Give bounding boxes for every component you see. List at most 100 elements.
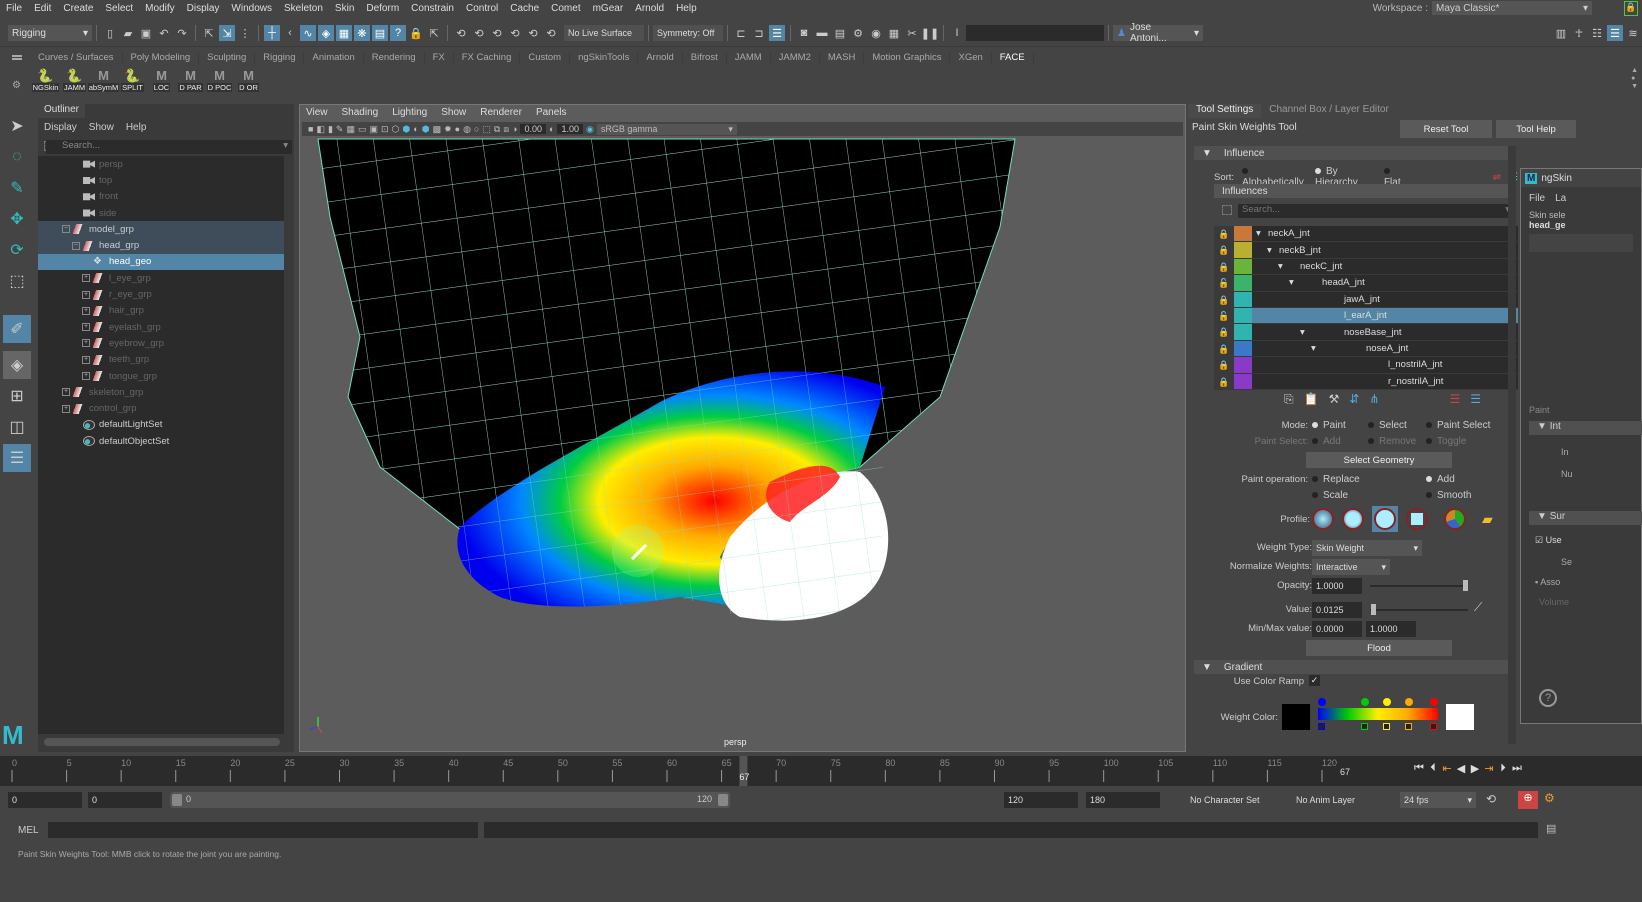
menu-control[interactable]: Control [460,3,504,14]
expand-toggle-icon[interactable]: + [82,355,90,364]
outliner-item[interactable]: top [38,172,284,188]
camera-attributes-icon[interactable]: ◧ [316,124,325,135]
rotate-tool-icon[interactable]: ⟳ [3,236,31,264]
outliner-item[interactable]: front [38,189,284,205]
menu-constrain[interactable]: Constrain [405,3,460,14]
ngskin-section-sur[interactable]: ▼ Sur [1529,511,1642,525]
open-scene-icon[interactable]: ▰ [120,25,136,41]
shelf-tab-ngskintools[interactable]: ngSkinTools [570,51,639,63]
workspace-lock-icon[interactable]: 🔒 [1624,1,1638,16]
menu-mgear[interactable]: mGear [587,3,630,14]
influence-color-swatch[interactable] [1234,373,1252,389]
expand-toggle-icon[interactable]: + [62,388,70,397]
range-start-handle[interactable] [172,794,182,806]
viewport-panel[interactable]: View Shading Lighting Show Renderer Panels ■ … [299,104,1186,752]
menu-help[interactable]: Help [670,3,703,14]
outliner-item[interactable]: defaultObjectSet [38,433,284,449]
outliner-item[interactable]: ❖ head_geo [38,253,284,271]
influence-filter-icon[interactable] [1222,205,1232,215]
viewport-menu-lighting[interactable]: Lighting [392,107,427,118]
attribute-editor-icon[interactable]: ☷ [1589,25,1605,41]
step-forward-key-icon[interactable]: ⇥ [1482,762,1496,775]
ambient-occlusion-icon[interactable]: ◍ [463,124,471,135]
render-settings-2-icon[interactable]: ⚙ [850,25,866,41]
gradient-section-header[interactable]: ▼ Gradient [1194,660,1514,674]
ngskin-titlebar[interactable]: MngSkin [1521,169,1641,187]
collapse-toggle-icon[interactable]: − [72,241,80,250]
mirror-influence-icon[interactable]: ⇌ [1493,172,1501,183]
outliner-tab[interactable]: Outliner [38,104,86,118]
lasso-tool-icon[interactable]: ◌ [3,143,31,171]
ramp-stop-handle[interactable] [1360,723,1368,730]
shelf-button-jamm[interactable]: 🐍 JAMM [61,66,88,92]
snap-view-plane-icon[interactable]: ◈ [318,25,334,41]
outliner-menu-help[interactable]: Help [126,122,147,133]
ngskin-paint-tab[interactable]: Paint [1529,405,1550,415]
image-brush-icon[interactable] [1444,508,1466,530]
shelf-tab-sculpting[interactable]: Sculpting [199,51,256,63]
outliner-item[interactable]: persp [38,156,284,172]
step-back-key-icon[interactable]: ⇤ [1440,762,1454,775]
select-tool-icon[interactable]: ➤ [3,112,31,140]
influence-color-swatch[interactable] [1234,357,1252,373]
opacity-slider[interactable] [1370,580,1468,591]
pause-icon[interactable]: ❚❚ [921,25,939,41]
lock-icon[interactable]: 🔒 [1214,357,1234,373]
shelf-tab-custom[interactable]: Custom [520,51,571,63]
shadows-icon[interactable]: ● [455,124,460,134]
menu-arnold[interactable]: Arnold [629,3,670,14]
shelf-tab-animation[interactable]: Animation [304,51,364,63]
shelf-button-ngskin[interactable]: 🐍 NGSkin [31,66,60,92]
menu-select[interactable]: Select [99,3,139,14]
influence-color-swatch[interactable] [1234,242,1252,258]
expand-toggle-icon[interactable]: + [82,323,90,332]
save-scene-icon[interactable]: ▣ [138,25,154,41]
safe-action-icon[interactable]: ⊡ [381,124,389,135]
collapse-toggle-icon[interactable]: − [62,225,70,234]
min-value-field[interactable]: 0.0000 [1312,621,1362,637]
construction-history-icon[interactable]: ☰ [769,25,785,41]
undo-icon[interactable]: ↶ [156,25,172,41]
shelf-tab-jamm[interactable]: JAMM [727,51,771,63]
range-slider[interactable]: 0 120 [170,792,730,808]
ramp-stop-marker[interactable] [1430,698,1438,706]
ngskin-section-int[interactable]: ▼ Int [1529,421,1642,435]
xray-icon[interactable]: ▩ [433,124,442,135]
character-controls-icon[interactable]: ☥ [1571,25,1587,41]
outliner-menu-show[interactable]: Show [89,122,114,133]
expand-toggle-icon[interactable]: + [82,339,90,348]
menu-set-dropdown[interactable]: Rigging ▾ [8,25,92,41]
wireframe-on-shaded-icon[interactable]: ⬢ [422,124,430,135]
shelf-tab-motion-graphics[interactable]: Motion Graphics [864,51,951,63]
tool-help-button[interactable]: Tool Help [1496,120,1576,138]
loop-icon[interactable]: ⟲ [1486,792,1496,806]
mode-paint-radio[interactable]: Paint [1312,420,1368,431]
influence-row[interactable]: 🔓 l_earA_jnt [1214,307,1518,325]
menu-cache[interactable]: Cache [504,3,545,14]
menu-file[interactable]: File [0,3,28,14]
arnold-render-icon[interactable]: ✂ [904,25,920,41]
value-slider[interactable] [1370,604,1468,615]
render-view-icon[interactable]: ▦ [886,25,902,41]
influence-color-swatch[interactable] [1234,258,1252,275]
outliner-item[interactable]: side [38,205,284,221]
scene-end-field[interactable]: 180 [1086,792,1160,808]
select-component-icon[interactable]: ⋮ [237,25,253,41]
lock-icon[interactable]: 🔒 [1214,324,1234,340]
lock-icon[interactable]: 🔒 [1214,226,1234,242]
lasso-3-icon[interactable]: ⟲ [489,25,505,41]
ngskin-menu-layers[interactable]: La [1555,193,1566,204]
grid-icon[interactable]: ▦ [346,124,355,135]
shelf-tab-fx[interactable]: FX [425,51,454,63]
soft-brush-icon[interactable] [1342,508,1364,530]
view-transform-dropdown[interactable]: sRGB gamma ▾ [596,123,737,135]
tab-tool-settings[interactable]: Tool Settings [1188,104,1262,118]
influence-row[interactable]: 🔒 ▾ neckB_jnt [1214,242,1518,259]
tab-channel-box[interactable]: Channel Box / Layer Editor [1261,104,1397,118]
shelf-settings-icon[interactable]: ⚙ [12,80,21,91]
modeling-toolkit-icon[interactable]: ▥ [1553,25,1569,41]
shelf-scroll[interactable]: ▲ ● ▼ [1631,67,1638,91]
expand-toggle-icon[interactable]: + [62,404,70,413]
shelf-button-d-poc[interactable]: MD POC [206,66,233,92]
workspace-selector[interactable]: Workspace : Maya Classic* ▾ [1373,1,1592,15]
